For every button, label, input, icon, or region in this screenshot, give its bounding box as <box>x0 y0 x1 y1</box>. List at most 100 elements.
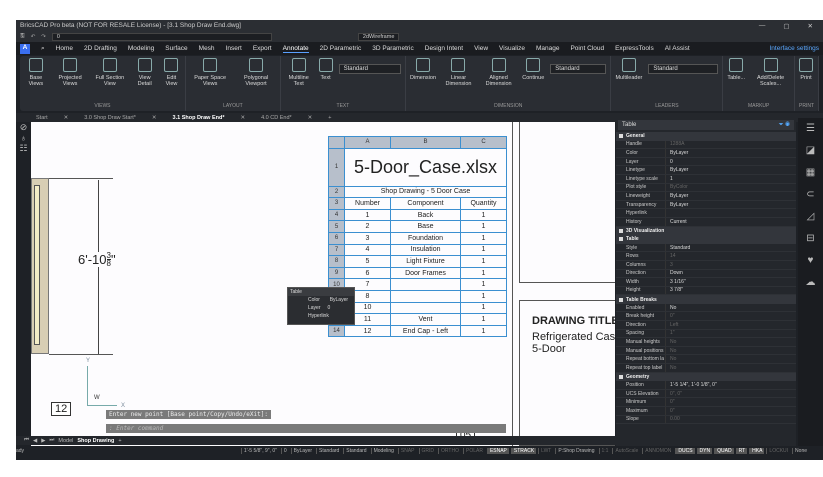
close-tab-icon[interactable]: ✕ <box>152 115 157 121</box>
row-header[interactable]: 5 <box>328 220 345 233</box>
table-cell[interactable]: Back <box>390 208 461 222</box>
property-value[interactable]: 0 <box>666 159 673 165</box>
status-hka[interactable]: HKA <box>749 448 765 454</box>
components-icon[interactable]: ▦ <box>798 162 823 184</box>
table-cell[interactable]: Foundation <box>390 231 461 245</box>
tab-ai-assist[interactable]: AI Assist <box>665 45 690 52</box>
property-value[interactable]: ByLayer <box>666 150 688 156</box>
section-geometry[interactable]: Geometry <box>616 372 796 382</box>
ribbon-button-multiline-text[interactable]: Multiline Text <box>285 58 313 87</box>
redo-icon[interactable]: ↷ <box>41 34 46 40</box>
table-cell[interactable]: 3 <box>344 231 391 245</box>
table-cell[interactable]: 1 <box>460 289 507 303</box>
property-row-style[interactable]: Style Standard <box>616 243 796 253</box>
header-cell[interactable]: Quantity <box>460 197 507 210</box>
row-header[interactable]: 8 <box>328 255 345 268</box>
ribbon-button-continue[interactable]: Continue <box>522 58 544 81</box>
ribbon-button-view-detail[interactable]: View Detail <box>133 58 156 87</box>
doc-tab-start[interactable]: Start <box>36 115 48 121</box>
tab-mesh[interactable]: Mesh <box>199 45 215 52</box>
status-0[interactable]: 0 <box>280 448 289 454</box>
row-header[interactable]: 14 <box>328 324 345 338</box>
ribbon-button-table[interactable]: Table... <box>727 58 745 81</box>
property-row-slope[interactable]: Slope 0.00 <box>616 415 796 425</box>
table-cell[interactable]: Door Frames <box>390 266 461 280</box>
property-row-layer[interactable]: Layer 0 <box>616 157 796 167</box>
property-row-color[interactable]: Color ByLayer <box>616 149 796 158</box>
table-cell[interactable]: 1 <box>460 266 507 280</box>
leaders-style-select[interactable]: Standard <box>648 64 719 74</box>
status-standard[interactable]: Standard <box>316 448 341 454</box>
tab-point-cloud[interactable]: Point Cloud <box>570 45 604 52</box>
cloud-icon[interactable]: ☁ <box>798 272 823 294</box>
drawing-explorer-icon[interactable]: ◿ <box>798 206 823 228</box>
close-icon[interactable]: ✕ <box>808 22 813 30</box>
ribbon-button-text[interactable]: Text <box>318 58 333 81</box>
table-cell[interactable] <box>390 301 461 315</box>
visibility-icon[interactable]: ⊘ <box>16 122 31 133</box>
save-icon[interactable]: 🖫 <box>20 32 25 41</box>
status-1-1[interactable]: 1:1 <box>598 448 611 454</box>
status-esnap[interactable]: ESNAP <box>486 448 509 454</box>
group-label[interactable]: PRINT <box>799 103 814 111</box>
status-bylayer[interactable]: ByLayer <box>290 448 314 454</box>
status-p-shop-drawing[interactable]: P:Shop Drawing <box>555 448 596 454</box>
ribbon-button-projected-views[interactable]: Projected Views <box>54 58 87 87</box>
table-cell[interactable]: 6 <box>344 266 391 280</box>
tab-annotate[interactable]: Annotate <box>282 45 309 53</box>
ribbon-button-print[interactable]: Print <box>799 58 813 81</box>
property-row-linetype[interactable]: Linetype ByLayer <box>616 166 796 175</box>
property-row-rows[interactable]: Rows 14 <box>616 252 796 261</box>
row-header[interactable]: 3 <box>328 197 345 210</box>
tab-2d-drafting[interactable]: 2D Drafting <box>84 45 117 52</box>
ribbon-button-paper-space-views[interactable]: Paper Space Views <box>190 58 230 87</box>
tab-3d-parametric[interactable]: 3D Parametric <box>372 45 414 52</box>
property-row-history[interactable]: History Current <box>616 217 796 227</box>
property-value[interactable]: No <box>666 305 676 311</box>
tab-surface[interactable]: Surface <box>165 45 187 52</box>
table-cell[interactable]: 1 <box>460 231 507 245</box>
property-value[interactable]: 3 7/8" <box>666 287 683 293</box>
new-tab-icon[interactable]: + <box>328 115 331 121</box>
table-cell[interactable]: 1 <box>460 208 507 222</box>
table-title-cell[interactable]: 5-Door_Case.xlsx <box>344 147 507 187</box>
property-value[interactable]: ByLayer <box>666 167 688 173</box>
ribbon-button-full-section-view[interactable]: Full Section View <box>92 58 127 87</box>
property-row-manual-heights[interactable]: Manual heights No <box>616 338 796 347</box>
status-autoscale[interactable]: AutoScale <box>612 448 640 454</box>
property-row-direction[interactable]: Direction Down <box>616 269 796 279</box>
tab-modeling[interactable]: Modeling <box>128 45 154 52</box>
status-polar[interactable]: POLAR <box>462 448 485 454</box>
property-row-columns[interactable]: Columns 3 <box>616 260 796 270</box>
status-lwt[interactable]: LWT <box>538 448 553 454</box>
table-cell[interactable]: Base <box>390 220 461 233</box>
table-cell[interactable] <box>390 289 461 303</box>
table-cell[interactable] <box>390 278 461 291</box>
visual-style-select[interactable]: 2dWireframe <box>357 32 400 41</box>
group-label[interactable]: MARKUP <box>727 103 790 111</box>
close-tab-icon[interactable]: ✕ <box>308 115 313 121</box>
row-header[interactable]: 6 <box>328 231 345 245</box>
text-style-select[interactable]: Standard <box>338 64 402 74</box>
section-table-breaks[interactable]: Table Breaks <box>616 295 796 304</box>
property-row-repeat-bottom-la[interactable]: Repeat bottom la No <box>616 355 796 365</box>
tab-home[interactable]: Home <box>56 45 73 52</box>
ribbon-button-linear-dimension[interactable]: Linear Dimension <box>442 58 475 87</box>
layers-icon[interactable]: ◪ <box>798 140 823 162</box>
filter-icon[interactable]: ⏷ ◉ <box>779 122 794 129</box>
tab-view[interactable]: View <box>474 45 488 52</box>
ribbon-button-aligned-dimension[interactable]: Aligned Dimension <box>481 58 516 87</box>
command-input[interactable]: : Enter command <box>106 424 506 433</box>
doc-tab-4-0-cd-end[interactable]: 4.0 CD End* <box>261 115 292 121</box>
properties-icon[interactable]: ☰ <box>798 118 823 140</box>
property-value[interactable]: Standard <box>666 245 690 251</box>
ribbon-button-base-views[interactable]: Base Views <box>24 58 48 87</box>
sheets-icon[interactable]: ⊟ <box>798 228 823 250</box>
property-value[interactable]: 3 1/16" <box>666 279 686 285</box>
property-row-transparency[interactable]: Transparency ByLayer <box>616 200 796 210</box>
table-cell[interactable]: 1 <box>460 220 507 233</box>
table-cell[interactable]: 1 <box>460 313 507 326</box>
property-row-hyperlink[interactable]: Hyperlink <box>616 209 796 218</box>
property-row-spacing[interactable]: Spacing 1" <box>616 329 796 339</box>
close-tab-icon[interactable]: ✕ <box>240 115 245 121</box>
